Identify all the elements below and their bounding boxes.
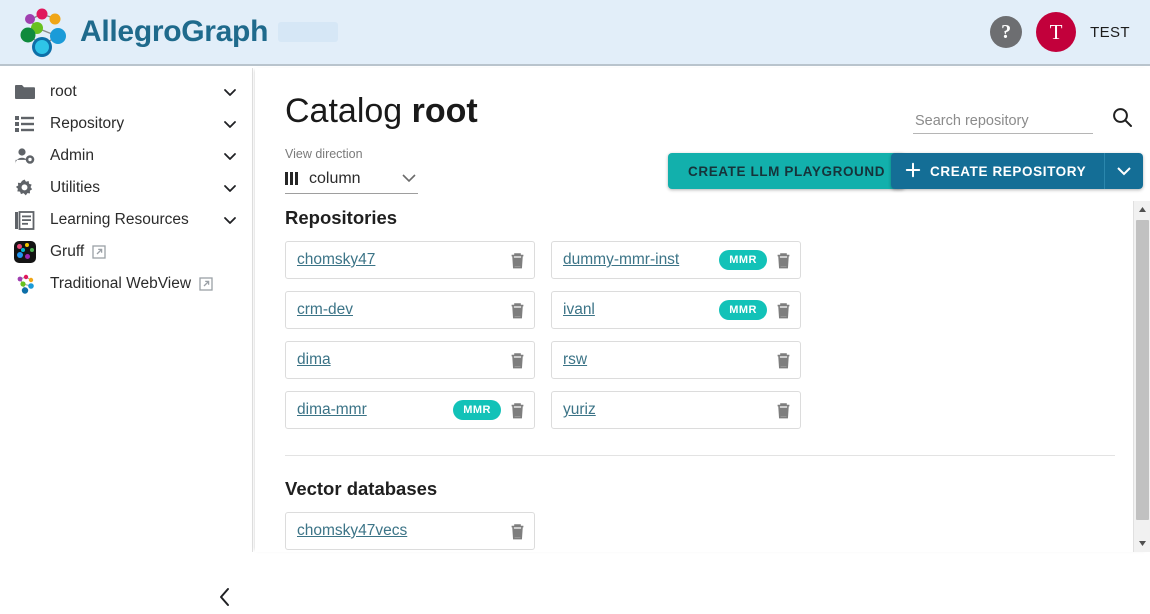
trash-icon[interactable] [510, 402, 525, 419]
sidebar-item-repository[interactable]: Repository [0, 108, 252, 140]
brand[interactable]: AllegroGraph [16, 6, 339, 58]
sidebar-item-admin[interactable]: Admin [0, 140, 252, 172]
sidebar-item-learning-resources[interactable]: Learning Resources [0, 204, 252, 236]
repository-link[interactable]: chomsky47 [297, 251, 375, 269]
trash-icon[interactable] [776, 352, 791, 369]
sidebar-item-label: root [50, 83, 77, 100]
sidebar-collapse-button[interactable] [208, 580, 242, 614]
vector-databases-grid: chomsky47vecs [285, 512, 1133, 550]
scrollbar-down-button[interactable] [1134, 535, 1150, 552]
chevron-down-icon[interactable] [402, 170, 416, 188]
create-llm-playground-button[interactable]: CREATE LLM PLAYGROUND [668, 153, 906, 189]
chevron-down-icon[interactable] [222, 84, 238, 100]
sidebar-item-label: Repository [50, 115, 125, 132]
list-item[interactable]: crm-dev [285, 291, 535, 329]
chevron-down-icon[interactable] [222, 180, 238, 196]
create-repository-button-group: CREATE REPOSITORY [891, 153, 1144, 189]
search-input[interactable] [913, 108, 1093, 133]
list-item[interactable]: dummy-mmr-inst MMR [551, 241, 801, 279]
sidebar-item-gruff[interactable]: Gruff [0, 236, 252, 268]
repository-link[interactable]: yuriz [563, 401, 596, 419]
list-item[interactable]: dima [285, 341, 535, 379]
trash-icon[interactable] [510, 302, 525, 319]
section-title-repositories: Repositories [285, 207, 398, 228]
page-title-prefix: Catalog [285, 92, 412, 130]
trash-icon[interactable] [776, 402, 791, 419]
top-header-bar: AllegroGraph ? T TEST [0, 0, 1150, 66]
repositories-grid: chomsky47 dummy-mmr-inst MMR crm-dev iva… [285, 241, 1133, 429]
repository-link[interactable]: dummy-mmr-inst [563, 251, 679, 269]
sidebar-item-root[interactable]: root [0, 76, 252, 108]
graph-nodes-logo [20, 8, 66, 57]
page-title: Catalog root [285, 92, 478, 131]
repository-link[interactable]: dima-mmr [297, 401, 367, 419]
status-badge: MMR [453, 400, 501, 420]
avatar[interactable]: T [1036, 12, 1077, 52]
trash-icon[interactable] [510, 352, 525, 369]
repository-link[interactable]: dima [297, 351, 331, 369]
repository-link[interactable]: crm-dev [297, 301, 353, 319]
create-repository-button[interactable]: CREATE REPOSITORY [891, 153, 1105, 189]
vertical-scrollbar[interactable] [1133, 201, 1150, 552]
search-repository-field[interactable] [913, 108, 1093, 134]
scrollbar-up-button[interactable] [1134, 201, 1150, 218]
header-actions: ? T TEST [990, 12, 1130, 52]
repository-link[interactable]: rsw [563, 351, 587, 369]
chevron-down-icon[interactable] [222, 148, 238, 164]
status-badge: MMR [719, 250, 767, 270]
section-title-vector-databases: Vector databases [285, 478, 438, 499]
chevron-down-icon[interactable] [222, 116, 238, 132]
brand-name: AllegroGraph [80, 15, 269, 48]
search-icon[interactable] [1111, 106, 1133, 133]
scrollbar-thumb[interactable] [1136, 220, 1149, 520]
view-direction-value: column [309, 169, 361, 187]
list-icon [14, 113, 40, 135]
view-direction-select[interactable]: column [285, 164, 418, 194]
main-content: Catalog root View direction column CREAT… [255, 68, 1150, 552]
trash-icon[interactable] [776, 252, 791, 269]
list-item[interactable]: ivanl MMR [551, 291, 801, 329]
plus-icon [905, 162, 921, 181]
user-gear-icon [14, 145, 40, 167]
user-label: TEST [1090, 23, 1130, 41]
webview-graph-icon [14, 273, 40, 295]
sidebar-item-label: Traditional WebView [50, 275, 192, 292]
column-bars-icon [285, 172, 298, 185]
chevron-down-icon[interactable] [222, 212, 238, 228]
sidebar-item-label: Gruff [50, 243, 85, 260]
repository-link[interactable]: ivanl [563, 301, 595, 319]
brand-redacted-area [278, 22, 339, 42]
gear-icon [14, 177, 40, 199]
trash-icon[interactable] [776, 302, 791, 319]
sidebar-item-utilities[interactable]: Utilities [0, 172, 252, 204]
list-item[interactable]: yuriz [551, 391, 801, 429]
external-link-icon[interactable] [199, 277, 213, 291]
sidebar-item-label: Learning Resources [50, 211, 189, 228]
sidebar-item-traditional-webview[interactable]: Traditional WebView [0, 268, 252, 300]
external-link-icon[interactable] [92, 245, 106, 259]
book-icon [14, 209, 40, 231]
gruff-app-icon [14, 241, 40, 263]
view-direction-label: View direction [285, 147, 363, 161]
trash-icon[interactable] [510, 252, 525, 269]
create-repository-label: CREATE REPOSITORY [930, 163, 1087, 179]
list-item[interactable]: rsw [551, 341, 801, 379]
trash-icon[interactable] [510, 523, 525, 540]
page-title-name: root [411, 92, 478, 130]
repository-scroll-area: Repositories chomsky47 dummy-mmr-inst MM… [255, 201, 1133, 552]
list-item[interactable]: chomsky47vecs [285, 512, 535, 550]
sidebar: root Repository Admin Utilities Learning… [0, 68, 253, 606]
vector-database-link[interactable]: chomsky47vecs [297, 522, 407, 540]
sidebar-item-label: Utilities [50, 179, 100, 196]
list-item[interactable]: dima-mmr MMR [285, 391, 535, 429]
list-item[interactable]: chomsky47 [285, 241, 535, 279]
folder-icon [14, 81, 40, 103]
status-badge: MMR [719, 300, 767, 320]
section-divider [285, 455, 1115, 456]
sidebar-item-label: Admin [50, 147, 94, 164]
help-icon[interactable]: ? [990, 16, 1023, 48]
create-repository-dropdown-button[interactable] [1104, 153, 1144, 189]
